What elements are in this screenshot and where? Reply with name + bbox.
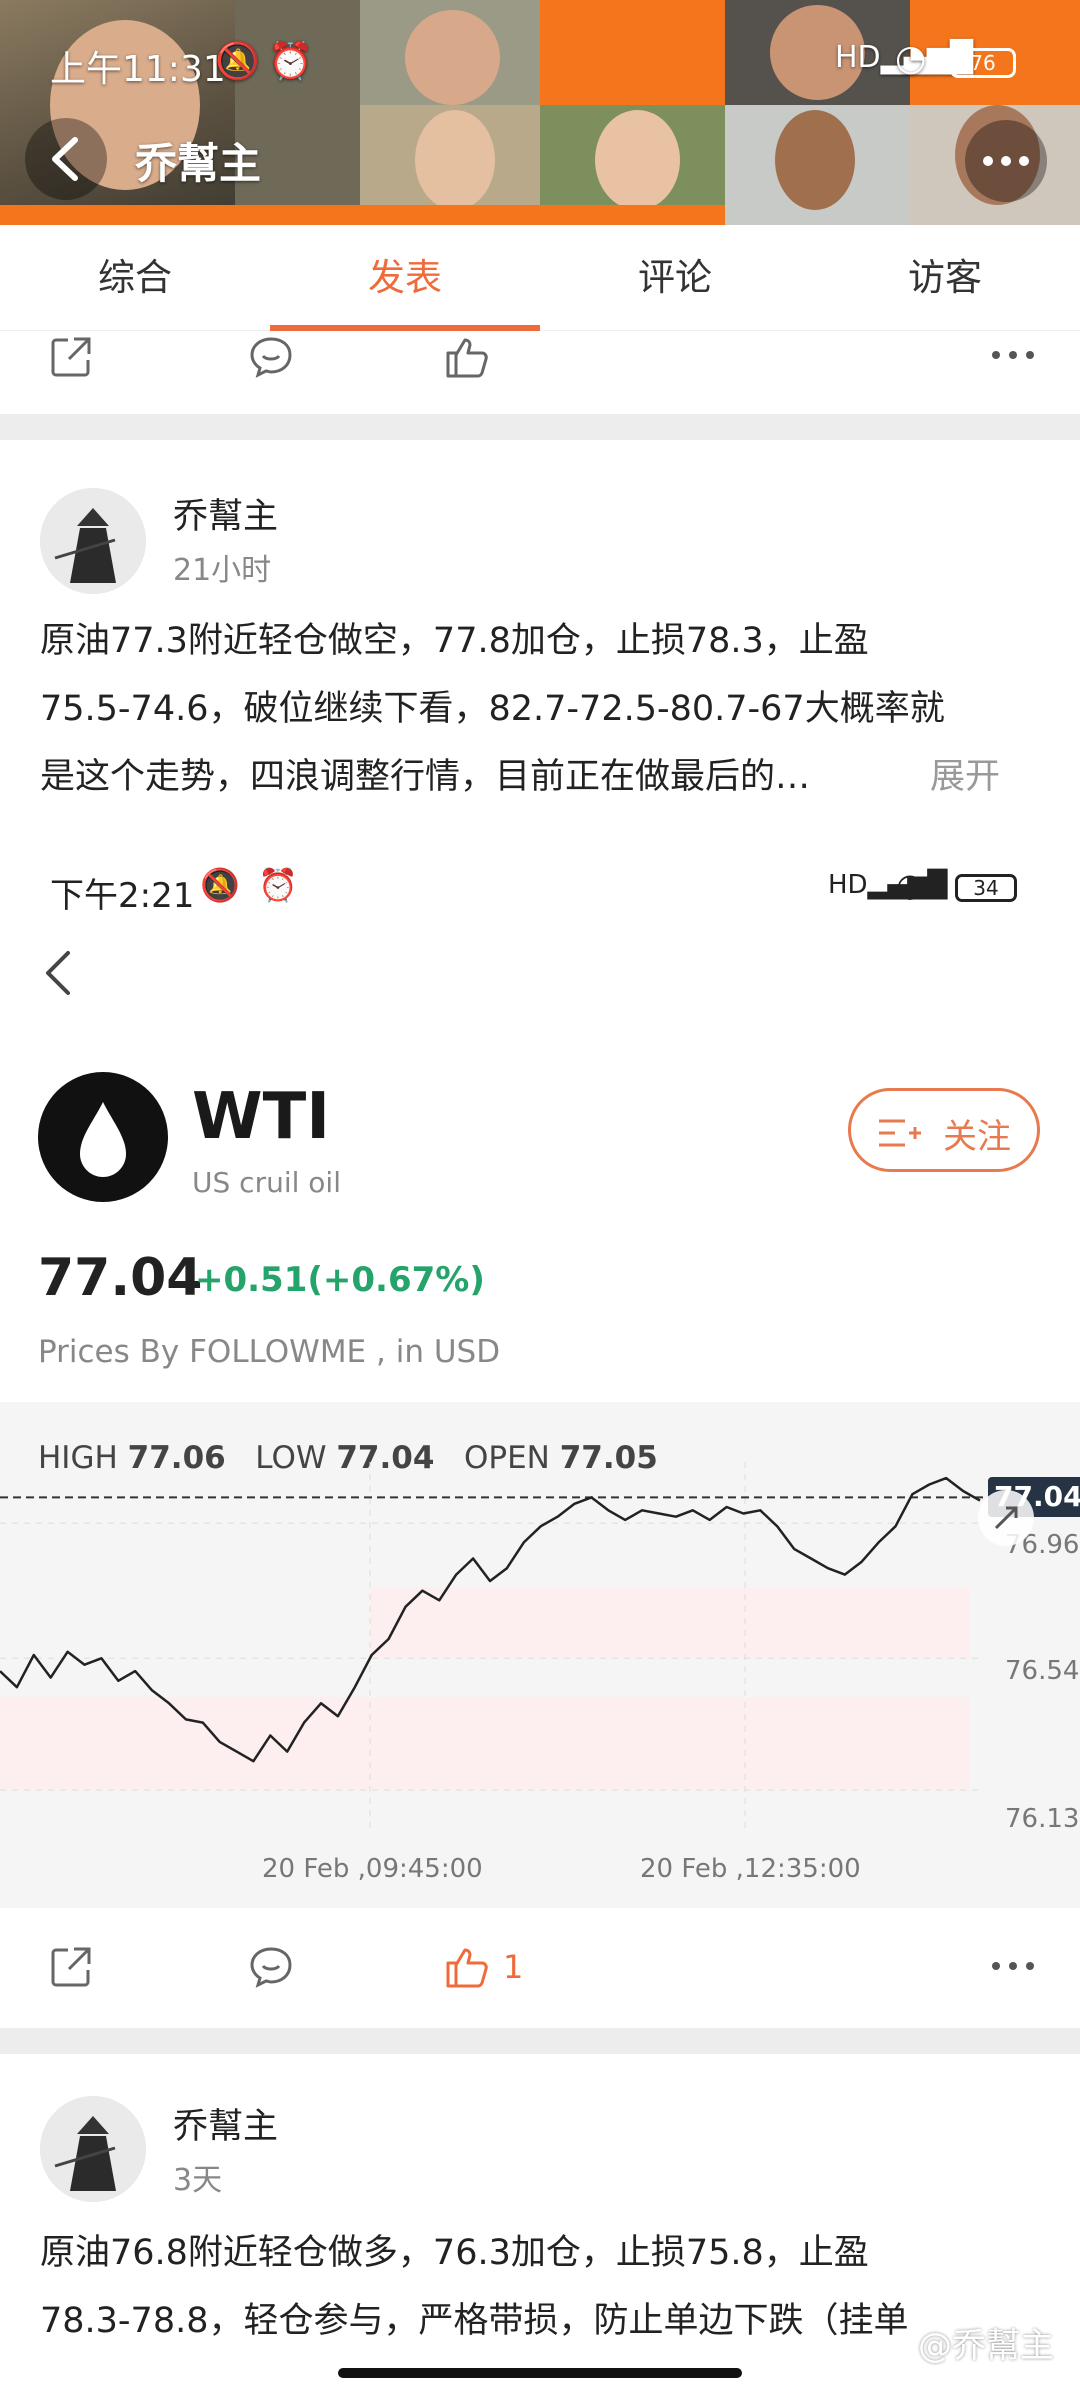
share-icon[interactable] xyxy=(48,1944,94,1990)
status-time: 上午11:31 xyxy=(50,49,226,90)
expand-link[interactable]: 展开 xyxy=(930,748,1000,799)
tab-bar: 综合 发表 评论 访客 xyxy=(0,225,1080,331)
avatar-image xyxy=(40,488,146,594)
more-dots-icon xyxy=(983,156,1029,166)
embedded-status-time: 下午2:21 xyxy=(50,876,195,916)
header-photo-4 xyxy=(540,0,725,105)
y-tick-label: 76.13 xyxy=(1005,1804,1080,1834)
section-divider xyxy=(0,414,1080,440)
expand-icon xyxy=(994,1506,1018,1530)
current-price: 77.04 xyxy=(38,1248,203,1308)
comment-icon[interactable] xyxy=(248,334,294,380)
back-button[interactable] xyxy=(25,118,107,200)
author-avatar[interactable] xyxy=(40,488,146,594)
more-options-icon[interactable] xyxy=(990,1956,1036,1976)
author-avatar[interactable] xyxy=(40,2096,146,2202)
instrument-symbol: WTI xyxy=(192,1080,331,1154)
wifi-icon: ◔ xyxy=(895,38,927,79)
post-text-line: 是这个走势，四浪调整行情，目前正在做最后的… xyxy=(40,757,811,797)
embedded-battery-level: 34 xyxy=(973,876,999,900)
expand-chart-button[interactable] xyxy=(978,1490,1034,1546)
back-arrow-icon xyxy=(52,137,78,181)
x-tick-label: 20 Feb ,12:35:00 xyxy=(640,1854,861,1884)
post-text-line: 原油76.8附近轻仓做多，76.3加仓，止损75.8，止盈 xyxy=(40,2233,869,2273)
y-tick-label: 76.54 xyxy=(1005,1656,1080,1686)
chart-band xyxy=(0,1696,970,1791)
follow-add-icon xyxy=(879,1119,921,1147)
post-text-line: 78.3-78.8，轻仓参与，严格带损，防止单边下跌（挂单 xyxy=(40,2301,909,2341)
tab-visitors[interactable]: 访客 xyxy=(810,225,1080,331)
instrument-name: US cruil oil xyxy=(192,1166,341,1199)
previous-post-actions xyxy=(0,331,1080,414)
post-time: 3天 xyxy=(173,2163,223,2198)
chart-band xyxy=(370,1587,970,1659)
price-line-chart xyxy=(0,1462,990,1832)
follow-button[interactable]: 关注 xyxy=(848,1088,1040,1172)
battery-indicator: 76 xyxy=(950,48,1016,78)
like-count: 1 xyxy=(503,1948,524,1986)
home-indicator[interactable] xyxy=(338,2368,742,2378)
share-icon[interactable] xyxy=(48,334,94,380)
embedded-quote-panel: 下午2:21 🔕 ⏰ HD▂▄▆█ ◔ 34 WTI US cruil oil … xyxy=(0,830,1080,1402)
like-icon[interactable] xyxy=(444,334,490,380)
embedded-back-icon xyxy=(46,951,70,995)
tab-posts[interactable]: 发表 xyxy=(270,225,540,331)
post-actions: 1 xyxy=(0,1908,1080,2028)
follow-label: 关注 xyxy=(943,1117,1011,1157)
embedded-battery-indicator: 34 xyxy=(955,874,1017,902)
more-button[interactable] xyxy=(965,120,1047,202)
embedded-alarm-icon: ⏰ xyxy=(258,866,298,904)
oil-drop-icon xyxy=(38,1072,168,1202)
post-image[interactable]: 下午2:21 🔕 ⏰ HD▂▄▆█ ◔ 34 WTI US cruil oil … xyxy=(0,830,1080,1908)
profile-header: 上午11:31 🔕 ⏰ HD▂▄▆█ ◔ 76 乔幫主 xyxy=(0,0,1080,225)
post-author[interactable]: 乔幫主 xyxy=(173,2098,278,2149)
like-icon[interactable] xyxy=(444,1944,490,1990)
price-source: Prices By FOLLOWME , in USD xyxy=(38,1334,501,1370)
more-options-icon[interactable] xyxy=(990,345,1036,365)
tab-comments[interactable]: 评论 xyxy=(540,225,810,331)
battery-level: 76 xyxy=(970,51,996,75)
price-change: +0.51(+0.67%) xyxy=(195,1260,485,1300)
section-divider xyxy=(0,2028,1080,2054)
alarm-icon: ⏰ xyxy=(268,41,313,82)
embedded-wifi-icon: ◔ xyxy=(896,866,924,904)
post-time: 21小时 xyxy=(173,553,272,588)
post-text-line: 75.5-74.6，破位继续下看，82.7-72.5-80.7-67大概率就 xyxy=(40,689,945,729)
mute-icon: 🔕 xyxy=(215,41,260,82)
post-text-line: 原油77.3附近轻仓做空，77.8加仓，止损78.3，止盈 xyxy=(40,621,869,661)
post-author[interactable]: 乔幫主 xyxy=(173,488,278,539)
price-chart[interactable]: HIGH 77.06 LOW 77.04 OPEN 77.05 76.96 76… xyxy=(0,1402,1080,1908)
embedded-mute-icon: 🔕 xyxy=(200,866,240,904)
embedded-signal-icon: HD▂▄▆█ xyxy=(828,870,948,900)
tab-overview[interactable]: 综合 xyxy=(0,225,270,331)
comment-icon[interactable] xyxy=(248,1944,294,1990)
avatar-image xyxy=(40,2096,146,2202)
x-tick-label: 20 Feb ,09:45:00 xyxy=(262,1854,483,1884)
header-photo-2 xyxy=(235,0,360,225)
watermark: @乔幫主 xyxy=(918,2326,1054,2366)
page-title: 乔幫主 xyxy=(135,139,262,188)
